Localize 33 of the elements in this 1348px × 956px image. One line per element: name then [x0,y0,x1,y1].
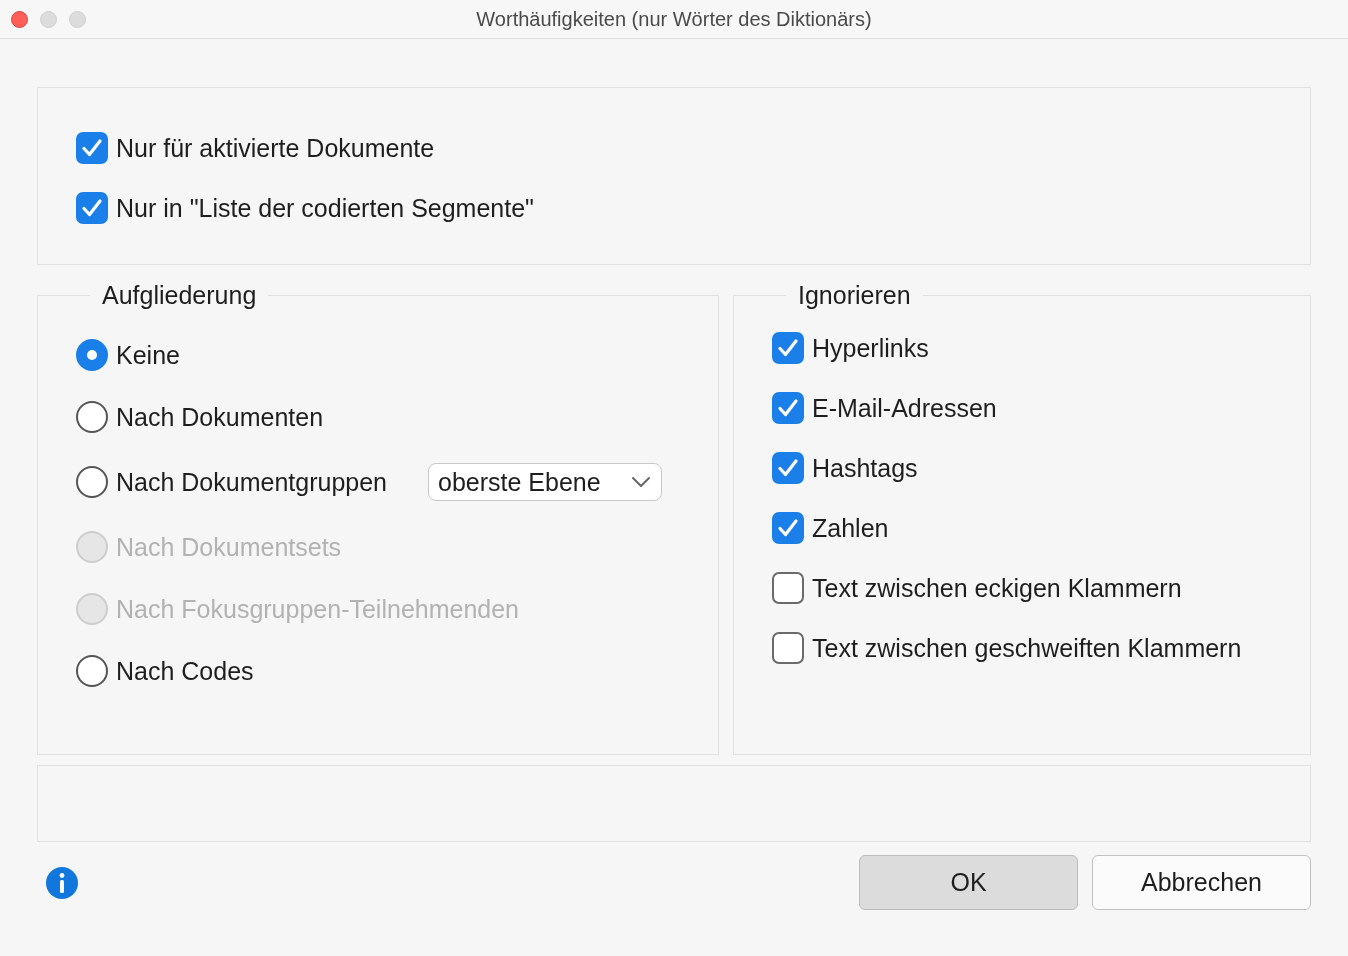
radio-label[interactable]: Keine [116,340,180,370]
radio-label[interactable]: Nach Codes [116,656,254,686]
checkbox-label[interactable]: Hyperlinks [812,333,929,363]
checkbox-label[interactable]: Hashtags [812,453,918,483]
checkbox[interactable] [76,192,108,224]
radio-label[interactable]: Nach Dokumentgruppen [116,467,387,497]
checkbox-label[interactable]: Zahlen [812,513,889,543]
checkbox-label[interactable]: Text zwischen geschweiften Klammern [812,633,1242,663]
checkbox[interactable] [772,452,804,484]
window-title: Worthäufigkeiten (nur Wörter des Diktionärs) [476,7,872,31]
radio-button[interactable] [76,339,108,371]
checkbox[interactable] [772,332,804,364]
dialog-button[interactable]: OK [859,855,1078,910]
checkbox[interactable] [772,392,804,424]
info-icon[interactable] [45,865,79,900]
radio-button[interactable] [76,655,108,687]
checkbox[interactable] [772,512,804,544]
checkbox-label[interactable]: Text zwischen eckigen Klammern [812,573,1182,603]
checkbox[interactable] [772,632,804,664]
group-title: Ignorieren [797,281,912,310]
checkbox-label[interactable]: Nur in "Liste der codierten Segmente" [116,193,534,223]
close-button[interactable] [11,11,28,28]
radio-button[interactable] [76,466,108,498]
dialog-button[interactable]: Abbrechen [1092,855,1311,910]
checkbox-label[interactable]: E-Mail-Adressen [812,393,997,423]
checkbox-label[interactable]: Nur für aktivierte Dokumente [116,133,435,163]
chevron-down-icon [631,476,651,488]
radio-button[interactable] [76,401,108,433]
group-title: Aufgliederung [101,281,258,310]
radio-label[interactable]: Nach Dokumenten [116,402,324,432]
level-dropdown[interactable]: oberste Ebene [428,463,662,501]
checkbox[interactable] [772,572,804,604]
checkbox[interactable] [76,132,108,164]
